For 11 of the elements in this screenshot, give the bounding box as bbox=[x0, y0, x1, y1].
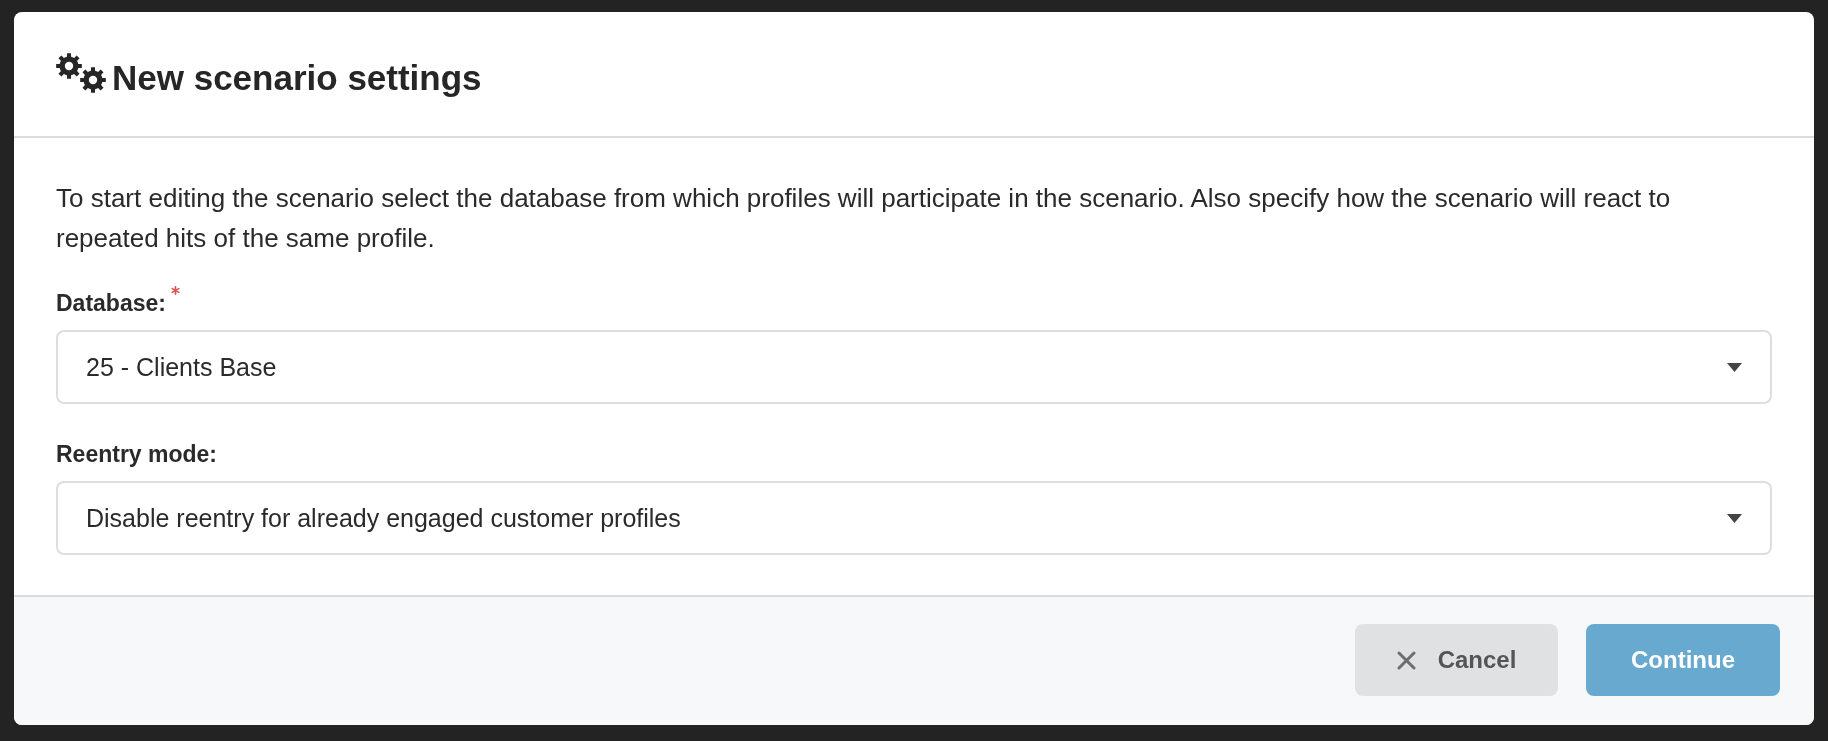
caret-icon bbox=[1727, 513, 1742, 523]
field-label: Database: bbox=[56, 289, 166, 318]
description-text: To start editing the scenario select the database from which profiles will participate in the scenario. Also specify how the scenario will react to repeated hits of the same profile. bbox=[56, 182, 1672, 255]
select-field[interactable]: 25 - Clients Base bbox=[56, 330, 1772, 404]
select-field[interactable]: Disable reentry for already engaged customer profiles bbox=[56, 481, 1772, 555]
dialog-title: New scenario settings bbox=[112, 57, 482, 99]
gears-icon bbox=[56, 53, 106, 93]
caret-icon bbox=[1727, 362, 1742, 372]
field-label: Reentry mode: bbox=[56, 440, 218, 469]
close-icon bbox=[1396, 650, 1416, 670]
cancel-button[interactable]: Cancel bbox=[1355, 624, 1558, 696]
